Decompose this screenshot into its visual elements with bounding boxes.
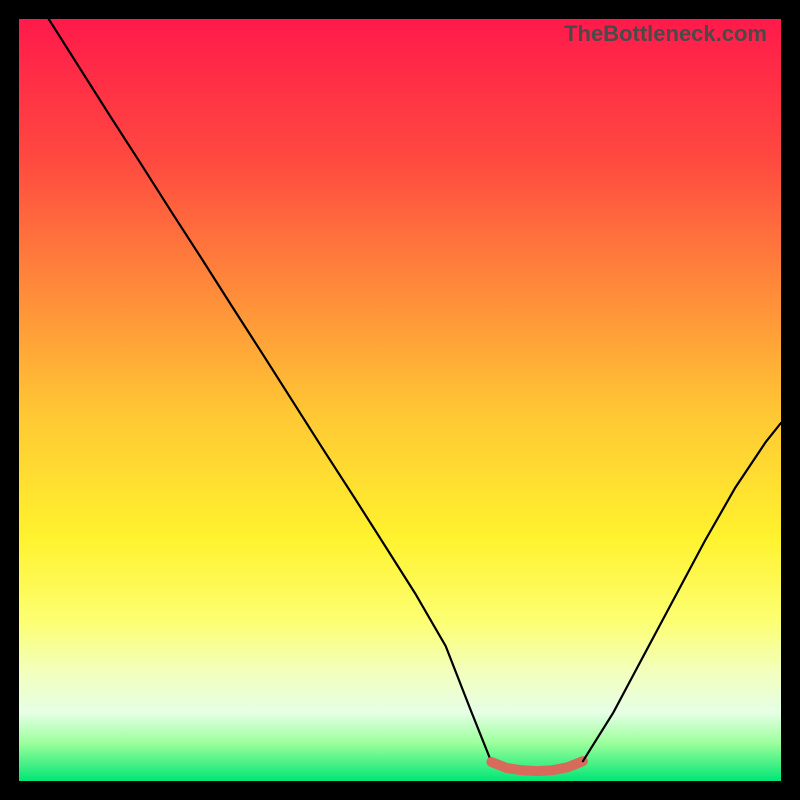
- plot-area: TheBottleneck.com: [19, 19, 781, 781]
- chart-svg: [19, 19, 781, 781]
- series-floor: [491, 761, 583, 771]
- series-left: [49, 19, 492, 762]
- series-right: [583, 423, 781, 761]
- chart-frame: TheBottleneck.com: [0, 0, 800, 800]
